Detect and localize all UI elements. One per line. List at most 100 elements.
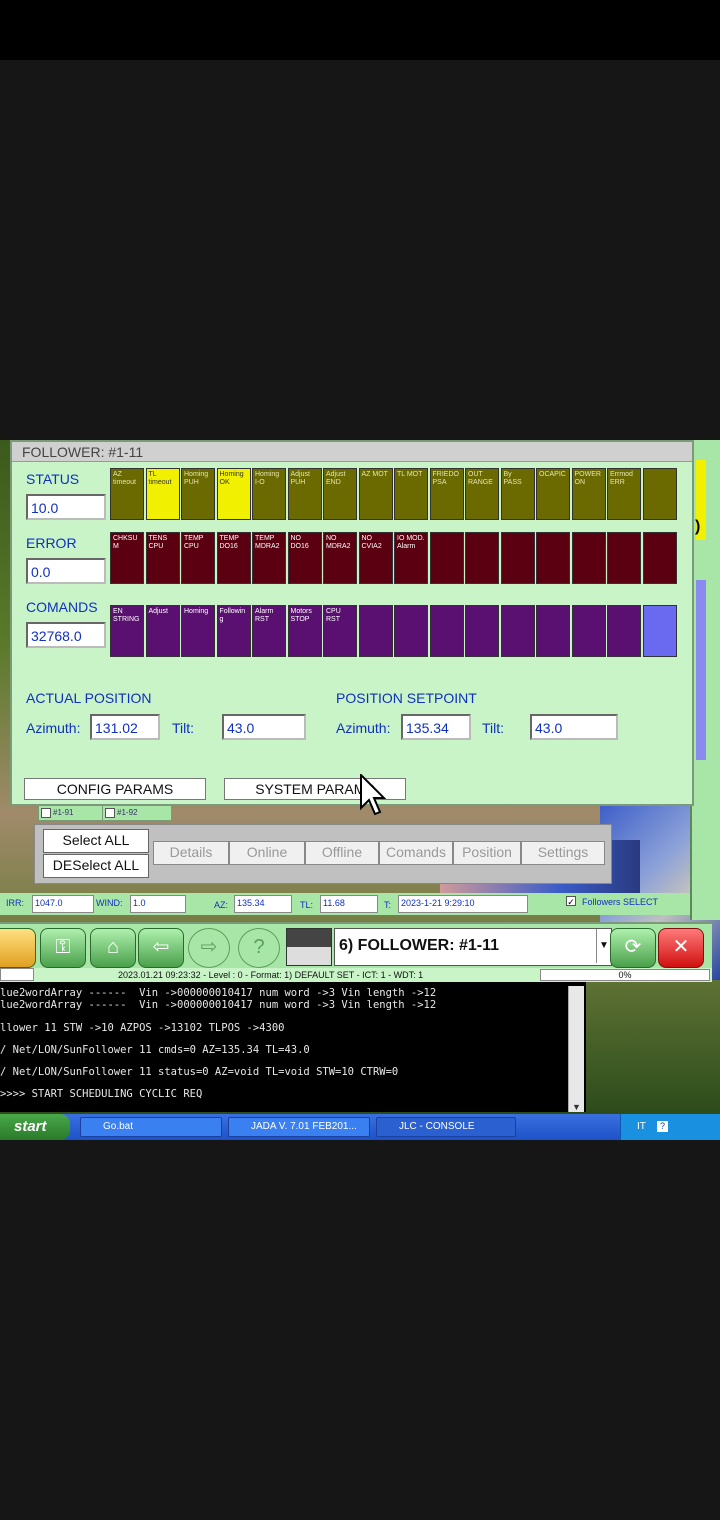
close-icon[interactable]: ✕ (658, 928, 704, 968)
comand-bit-cell[interactable]: Alarm RST (252, 605, 286, 657)
console-line: / Net/LON/SunFollower 11 status=0 AZ=voi… (0, 1066, 399, 1078)
tab-label: #1-92 (117, 808, 138, 817)
offline-button[interactable]: Offline (305, 841, 379, 865)
az-field[interactable]: 135.34 (234, 895, 292, 913)
online-button[interactable]: Online (229, 841, 305, 865)
error-bit-cell (642, 532, 677, 584)
comand-bit-cell[interactable] (394, 605, 428, 657)
back-arrow-icon[interactable]: ⇦ (138, 928, 184, 968)
mouse-cursor-icon (360, 774, 386, 816)
actual-azimuth-label: Azimuth: (26, 720, 81, 736)
actual-azimuth-field[interactable]: 131.02 (90, 714, 160, 740)
chevron-down-icon[interactable]: ▼ (596, 929, 611, 963)
setpoint-tilt-label: Tilt: (482, 720, 505, 736)
config-params-button[interactable]: CONFIG PARAMS (24, 778, 206, 800)
follower-combo-value: 6) FOLLOWER: #1-11 (339, 937, 500, 954)
comand-bit-cell[interactable] (607, 605, 641, 657)
irr-field[interactable]: 1047.0 (32, 895, 94, 913)
tab-1-92[interactable]: #1-92 (102, 805, 172, 821)
setpoint-azimuth-field[interactable]: 135.34 (401, 714, 471, 740)
error-bit-cell: TEMP DO16 (216, 532, 251, 584)
comand-bit-cell[interactable] (536, 605, 570, 657)
comand-bit-cell[interactable] (465, 605, 499, 657)
settings-button[interactable]: Settings (521, 841, 605, 865)
actual-tilt-field[interactable]: 43.0 (222, 714, 306, 740)
status-bit-cell: OCAPIC (536, 468, 570, 520)
comand-bit-cell[interactable] (642, 605, 677, 657)
forward-arrow-icon[interactable]: ⇨ (188, 928, 230, 968)
error-bit-cell: TEMP CPU (181, 532, 215, 584)
comand-bit-cell[interactable]: EN STRING (110, 605, 144, 657)
taskbar-item-jada[interactable]: JADA V. 7.01 FEB201... (228, 1117, 370, 1137)
status-bit-cell: Adjust END (323, 468, 357, 520)
actual-position-title: ACTUAL POSITION (26, 690, 152, 706)
comands-button[interactable]: Comands (379, 841, 453, 865)
status-bit-cell: TL timeout (145, 468, 180, 520)
comand-bit-cell[interactable]: Adjust (145, 605, 180, 657)
status-text: 2023.01.21 09:23:32 - Level : 0 - Format… (118, 970, 424, 980)
help-icon[interactable]: ? (238, 928, 280, 968)
status-bit-cell: AZ MOT (358, 468, 393, 520)
follower-combo[interactable]: 6) FOLLOWER: #1-11 ▼ (334, 928, 612, 966)
comand-bit-cell[interactable] (500, 605, 535, 657)
tab-1-91[interactable]: #1-91 (38, 805, 112, 821)
top-black-bar (0, 0, 720, 60)
followers-select-checkbox[interactable]: ✓ (566, 896, 576, 907)
console-line: >>>> START SCHEDULING CYCLIC REQ (0, 1088, 203, 1100)
console-output: lue2wordArray ------ Vin ->000000010417 … (0, 982, 586, 1112)
status-bit-cell: POWER ON (571, 468, 606, 520)
position-button[interactable]: Position (453, 841, 521, 865)
error-field[interactable]: 0.0 (26, 558, 106, 584)
error-bit-cell (429, 532, 464, 584)
help-tray-icon[interactable]: ? (657, 1121, 668, 1132)
toolbar: ⚿ ⌂ ⇦ ⇨ ? 6) FOLLOWER: #1-11 ▼ ⟳ ✕ (0, 922, 712, 968)
comand-bit-cell[interactable] (429, 605, 464, 657)
tl-field[interactable]: 11.68 (320, 895, 378, 913)
comand-bit-cell[interactable] (571, 605, 606, 657)
error-bit-cell: NO CVIA2 (358, 532, 393, 584)
start-button[interactable]: start (0, 1114, 70, 1140)
taskbar-item-console[interactable]: JLC - CONSOLE (376, 1117, 516, 1137)
console-scrollbar[interactable]: ▼ (568, 986, 584, 1112)
scroll-up-icon[interactable] (0, 968, 34, 981)
comand-bit-cell[interactable] (358, 605, 393, 657)
error-bit-cell: IO MOD. Alarm (394, 532, 428, 584)
sun-icon[interactable] (0, 928, 36, 968)
status-bit-cell: Errmod ERR (607, 468, 641, 520)
scroll-down-icon[interactable]: ▼ (572, 1102, 581, 1112)
error-bit-cell (536, 532, 570, 584)
setpoint-title: POSITION SETPOINT (336, 690, 477, 706)
info-bar: IRR: 1047.0 WIND: 1.0 AZ: 135.34 TL: 11.… (0, 893, 690, 915)
home-icon[interactable]: ⌂ (90, 928, 136, 968)
wind-label: WIND: (96, 898, 123, 908)
comands-field[interactable]: 32768.0 (26, 622, 106, 648)
selection-panel: Select ALL DESelect ALL Details Online O… (34, 824, 612, 884)
refresh-icon[interactable]: ⟳ (610, 928, 656, 968)
taskbar-item-go-bat[interactable]: Go.bat (80, 1117, 222, 1137)
wind-field[interactable]: 1.0 (130, 895, 186, 913)
tl-label: TL: (300, 900, 314, 910)
tab-label: #1-91 (53, 808, 74, 817)
comand-bit-cell[interactable]: Followin g (216, 605, 251, 657)
select-all-button[interactable]: Select ALL (43, 829, 149, 853)
comand-bit-cell[interactable]: Motors STOP (287, 605, 322, 657)
collapse-icon[interactable] (286, 928, 332, 966)
error-bit-cell (500, 532, 535, 584)
followers-select-label: Followers SELECT (582, 897, 659, 907)
setpoint-tilt-field[interactable]: 43.0 (530, 714, 618, 740)
status-bit-cell (642, 468, 677, 520)
comand-bit-cell[interactable]: Homing (181, 605, 215, 657)
status-bit-cell: By PASS (500, 468, 535, 520)
error-bit-cell: NO DO16 (287, 532, 322, 584)
irr-label: IRR: (6, 898, 24, 908)
comand-bit-cell[interactable]: CPU RST (323, 605, 357, 657)
error-bit-cell (607, 532, 641, 584)
status-field[interactable]: 10.0 (26, 494, 106, 520)
datetime-field[interactable]: 2023-1-21 9:29:10 (398, 895, 528, 913)
language-indicator[interactable]: IT (637, 1114, 646, 1140)
key-icon[interactable]: ⚿ (40, 928, 86, 968)
details-button[interactable]: Details (153, 841, 229, 865)
status-bit-cell: AZ timeout (110, 468, 144, 520)
deselect-all-button[interactable]: DESelect ALL (43, 854, 149, 878)
status-bit-cell: Homing OK (216, 468, 251, 520)
